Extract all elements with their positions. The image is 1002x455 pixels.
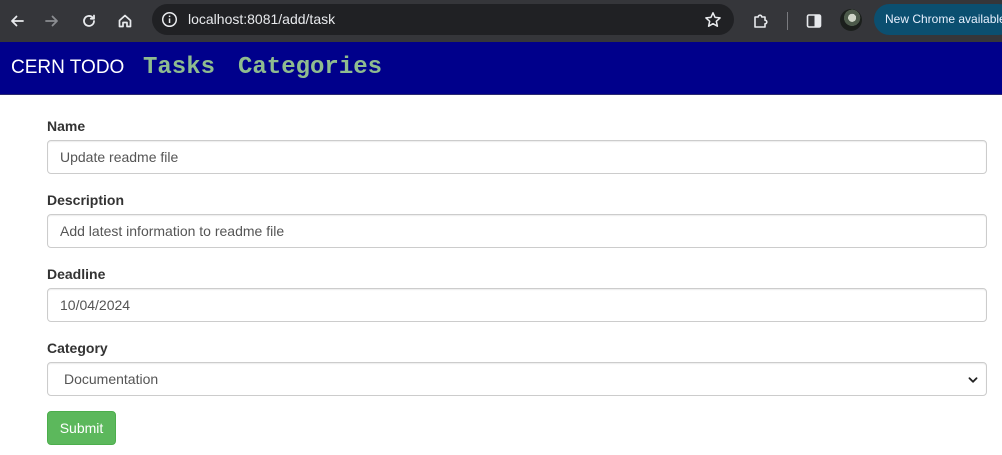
category-label: Category [47,340,108,356]
deadline-label: Deadline [47,266,106,282]
app-navbar: CERN TODO Tasks Categories [0,42,1002,95]
brand-title[interactable]: CERN TODO [11,42,124,94]
side-panel-button[interactable] [800,7,828,35]
arrow-right-icon [45,15,58,27]
browser-toolbar: localhost:8081/add/task New Chrome avail… [0,0,1002,42]
category-select[interactable]: Documentation [47,362,987,396]
bookmark-star-icon[interactable] [703,10,722,29]
category-selected-value: Documentation [64,371,159,387]
address-bar[interactable]: localhost:8081/add/task [152,4,734,35]
forward-button[interactable] [38,7,66,35]
name-label: Name [47,118,86,134]
home-button[interactable] [111,7,139,35]
site-info-icon[interactable] [160,10,179,29]
chevron-down-icon [968,377,978,383]
deadline-input[interactable]: 10/04/2024 [47,288,987,322]
profile-avatar[interactable] [840,9,862,31]
toolbar-separator [787,12,788,30]
puzzle-icon [754,14,768,28]
chrome-update-button[interactable]: New Chrome available [874,4,1002,35]
name-input[interactable]: Update readme file [47,140,987,174]
extensions-button[interactable] [747,7,775,35]
nav-link-categories[interactable]: Categories [238,42,382,94]
side-panel-icon [806,14,822,28]
arrow-left-icon [11,15,24,27]
reload-button[interactable] [75,7,103,35]
url-text[interactable]: localhost:8081/add/task [188,4,335,35]
reload-icon [83,14,95,27]
submit-button[interactable]: Submit [47,411,116,445]
back-button[interactable] [3,7,31,35]
description-input[interactable]: Add latest information to readme file [47,214,987,248]
home-icon [118,14,132,28]
nav-link-tasks[interactable]: Tasks [143,42,215,94]
description-label: Description [47,192,125,208]
